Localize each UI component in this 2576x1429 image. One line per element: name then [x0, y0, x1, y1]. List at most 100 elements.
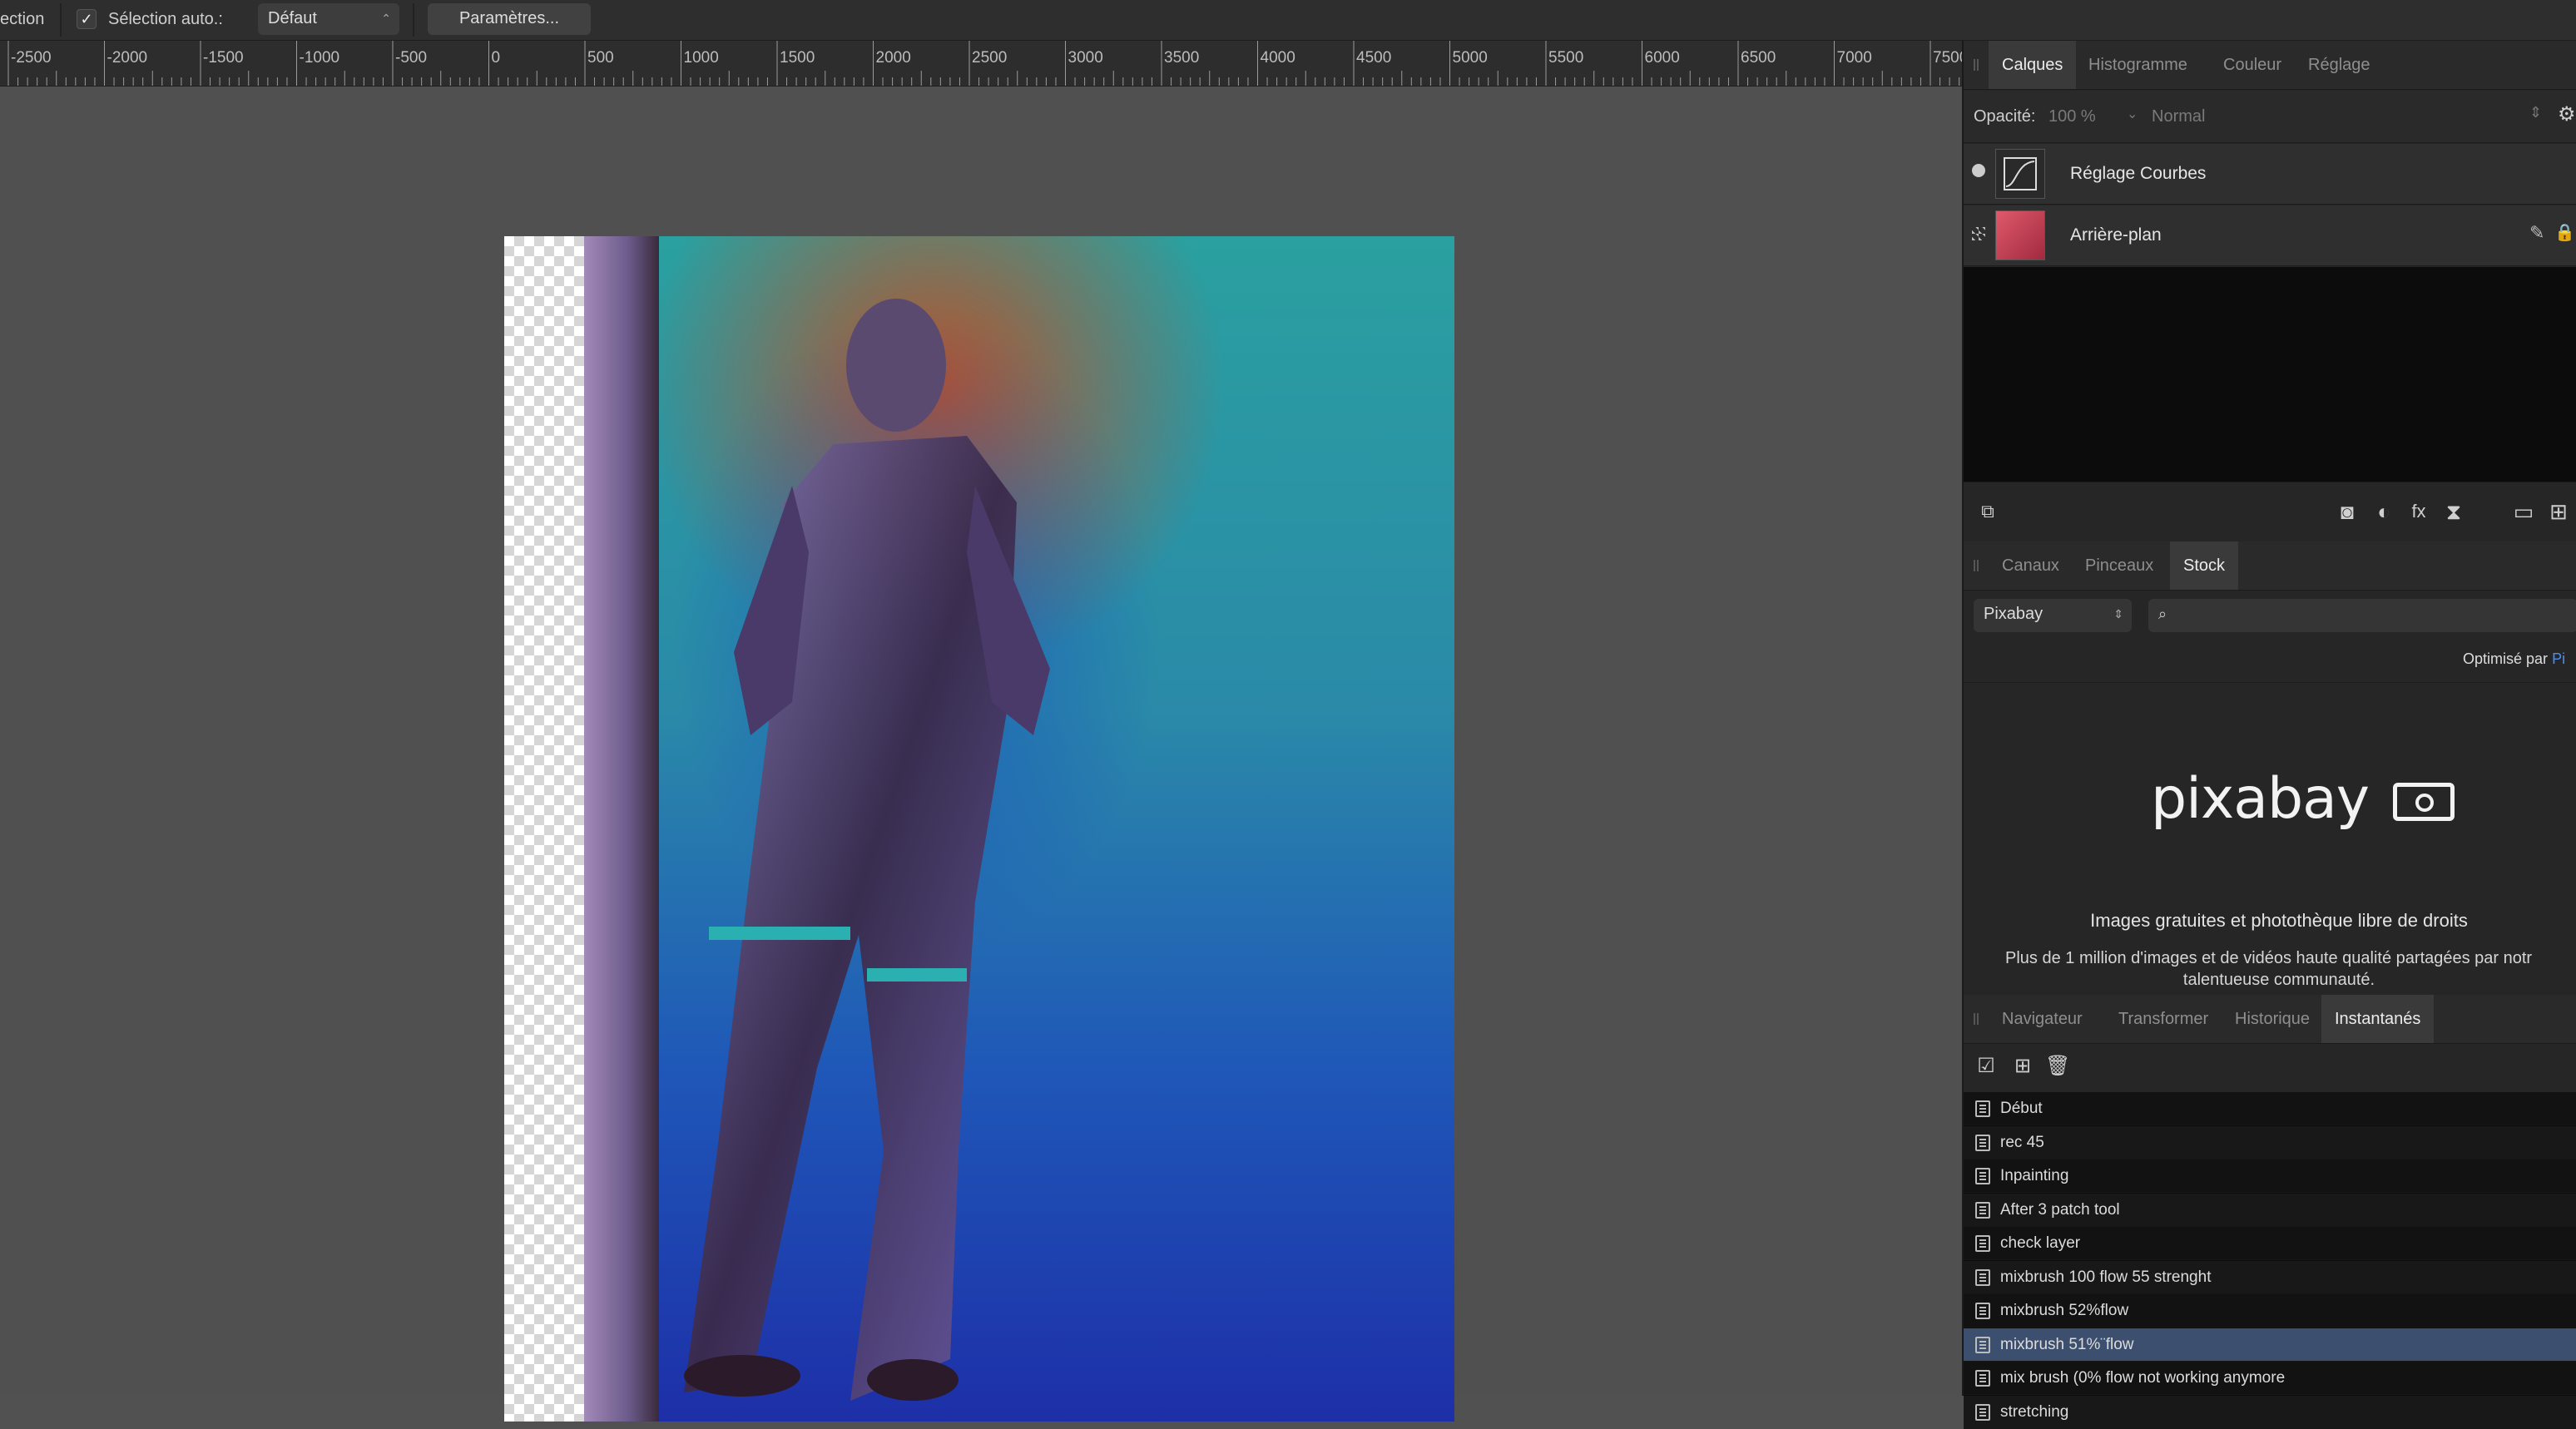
pixabay-logo-text: pixabay — [2151, 766, 2370, 832]
document-icon — [1975, 1235, 1990, 1252]
params-button[interactable]: Paramètres... — [428, 3, 591, 35]
image-thumbnail — [1995, 210, 2045, 260]
stock-search-input[interactable]: ⌕ — [2148, 599, 2576, 632]
auto-select-checkbox[interactable]: ✓ — [77, 9, 97, 29]
panel-grip-icon[interactable] — [1974, 1013, 1979, 1025]
pixel-layer-icon[interactable]: ⊞ — [2546, 499, 2571, 524]
blend-mode-select[interactable]: Normal — [2152, 107, 2205, 126]
stock-content[interactable]: pixabay Images gratuites et photothèque … — [1964, 682, 2576, 996]
snapshot-item[interactable]: After 3 patch tool — [1964, 1193, 2576, 1227]
transparency-icon[interactable] — [1972, 227, 1985, 240]
tab-calques[interactable]: Calques — [1989, 41, 2077, 89]
restore-snapshot-icon[interactable]: ☑ — [1974, 1054, 1999, 1079]
toolbar-divider — [413, 3, 414, 37]
ruler-tick-label: 1000 — [683, 49, 719, 67]
powered-by-link[interactable]: Pi — [2552, 650, 2565, 667]
layer-row[interactable]: Arrière-plan ✎ 🔒 — [1964, 205, 2576, 266]
snapshot-item[interactable]: mixbrush 52%flow — [1964, 1294, 2576, 1328]
visibility-icon[interactable] — [1972, 164, 1985, 177]
snapshots-list: Début rec 45 Inpainting After 3 patch tool c… — [1964, 1092, 2576, 1429]
stock-headline: Images gratuites et photothèque libre de… — [2090, 910, 2468, 931]
ruler-tick-label: 4500 — [1356, 49, 1392, 67]
tab-stock[interactable]: Stock — [2170, 541, 2239, 590]
tab-couleur[interactable]: Couleur — [2210, 41, 2295, 89]
tab-navigateur[interactable]: Navigateur — [1989, 995, 2096, 1043]
horizontal-ruler[interactable]: -2500 -2000 -1500 -1000 -500 0 500 1000 1500 2000… — [0, 41, 1968, 87]
snapshot-item[interactable]: check layer — [1964, 1227, 2576, 1260]
snapshot-label: Inpainting — [2000, 1167, 2069, 1184]
snapshot-item[interactable]: mixbrush 51%¨flow — [1964, 1328, 2576, 1362]
tab-canaux[interactable]: Canaux — [1989, 541, 2073, 590]
pencil-icon[interactable]: ✎ — [2529, 222, 2544, 244]
document-canvas[interactable] — [504, 236, 1454, 1422]
auto-select-dropdown[interactable]: Défaut ⌃ — [258, 3, 399, 35]
search-icon: ⌕ — [2158, 606, 2167, 622]
ruler-tick-label: 2500 — [972, 49, 1008, 67]
document-icon — [1975, 1403, 1990, 1421]
ruler-tick-label: 5000 — [1452, 49, 1488, 67]
gear-icon[interactable]: ⚙ — [2558, 102, 2576, 126]
trash-icon[interactable]: 🗑 — [2045, 1054, 2070, 1079]
snapshot-item[interactable]: rec 45 — [1964, 1125, 2576, 1160]
tab-instantanes[interactable]: Instantanés — [2321, 995, 2435, 1043]
ruler-tick-label: 1500 — [780, 49, 815, 67]
stock-provider-select[interactable]: Pixabay ⇕ — [1974, 599, 2132, 632]
add-snapshot-icon[interactable]: ⊞ — [2010, 1054, 2035, 1079]
ruler-tick-label: 2000 — [875, 49, 911, 67]
provider-value: Pixabay — [1984, 605, 2043, 623]
ruler-tick-label: -1000 — [299, 49, 340, 67]
folder-icon[interactable]: ▭ — [2511, 499, 2536, 524]
document-icon — [1975, 1370, 1990, 1387]
document-icon — [1975, 1100, 1990, 1117]
adjustment-icon[interactable]: ◐ — [2371, 499, 2396, 524]
camera-lens-icon — [2415, 794, 2434, 813]
stock-description-line2: talentueuse communauté. — [2182, 971, 2375, 989]
tab-historique[interactable]: Historique — [2222, 995, 2323, 1043]
ruler-tick-label: 5500 — [1548, 49, 1584, 67]
camera-icon — [2392, 783, 2455, 822]
snapshots-toolbar: ☑ ⊞ 🗑 — [1964, 1044, 2576, 1092]
canvas-area[interactable] — [0, 87, 1962, 1422]
snapshot-label: stretching — [2000, 1402, 2069, 1421]
snapshot-item[interactable]: mix brush (0% flow not working anymore — [1964, 1362, 2576, 1395]
layer-name: Réglage Courbes — [2070, 164, 2207, 183]
chevron-down-icon[interactable]: ⌄ — [2127, 106, 2138, 122]
snapshot-label: mixbrush 51%¨flow — [2000, 1335, 2134, 1353]
tab-transformer[interactable]: Transformer — [2105, 995, 2222, 1043]
snapshot-item[interactable]: Début — [1964, 1092, 2576, 1125]
snapshot-item[interactable]: mixbrush 100 flow 55 strenght — [1964, 1260, 2576, 1294]
stock-description-line1: Plus de 1 million d'images et de vidéos … — [2005, 949, 2533, 967]
opacity-value[interactable]: 100 % — [2048, 107, 2096, 126]
layers-toolbar: ⧉ ◙ ◐ fx ⧗ ▭ ⊞ — [1964, 482, 2576, 542]
context-toolbar: ection ✓ Sélection auto.: Défaut ⌃ Param… — [0, 0, 2576, 41]
layers-options-icon[interactable]: ⧉ — [1975, 499, 2000, 524]
snapshot-label: Début — [2000, 1100, 2043, 1117]
tab-histogramme[interactable]: Histogramme — [2075, 41, 2201, 89]
snapshots-tabbar: Navigateur Transformer Historique Instan… — [1964, 995, 2576, 1044]
layer-row[interactable]: Réglage Courbes — [1964, 144, 2576, 205]
lock-icon[interactable]: 🔒 — [2554, 222, 2575, 243]
snapshot-item[interactable]: Inpainting — [1964, 1160, 2576, 1193]
auto-select-value: Défaut — [268, 9, 317, 27]
snapshot-label: mixbrush 52%flow — [2000, 1302, 2129, 1319]
selection-label: ection — [0, 10, 45, 28]
fx-icon[interactable]: fx — [2406, 499, 2431, 524]
panel-grip-icon[interactable] — [1974, 560, 1979, 571]
tab-reglage[interactable]: Réglage — [2295, 41, 2384, 89]
hourglass-icon[interactable]: ⧗ — [2441, 499, 2466, 524]
mask-icon[interactable]: ◙ — [2335, 499, 2360, 524]
snapshot-item[interactable]: stretching — [1964, 1395, 2576, 1429]
updown-arrows-icon[interactable]: ⇕ — [2529, 104, 2542, 121]
pixabay-logo: pixabay — [2151, 766, 2455, 832]
ruler-tick-label: -500 — [395, 49, 428, 67]
panel-grip-icon[interactable] — [1974, 59, 1979, 71]
tab-pinceaux[interactable]: Pinceaux — [2072, 541, 2167, 590]
updown-arrows-icon: ⇕ — [2113, 607, 2123, 621]
snapshot-label: check layer — [2000, 1234, 2081, 1252]
snapshot-label: mixbrush 100 flow 55 strenght — [2000, 1268, 2212, 1286]
powered-by-label: Optimisé par Pi — [2463, 650, 2565, 668]
curves-icon — [1995, 149, 2045, 199]
powered-by-prefix: Optimisé par — [2463, 650, 2549, 667]
layers-list-empty[interactable] — [1964, 267, 2576, 482]
ruler-tick-label: 3000 — [1068, 49, 1103, 67]
